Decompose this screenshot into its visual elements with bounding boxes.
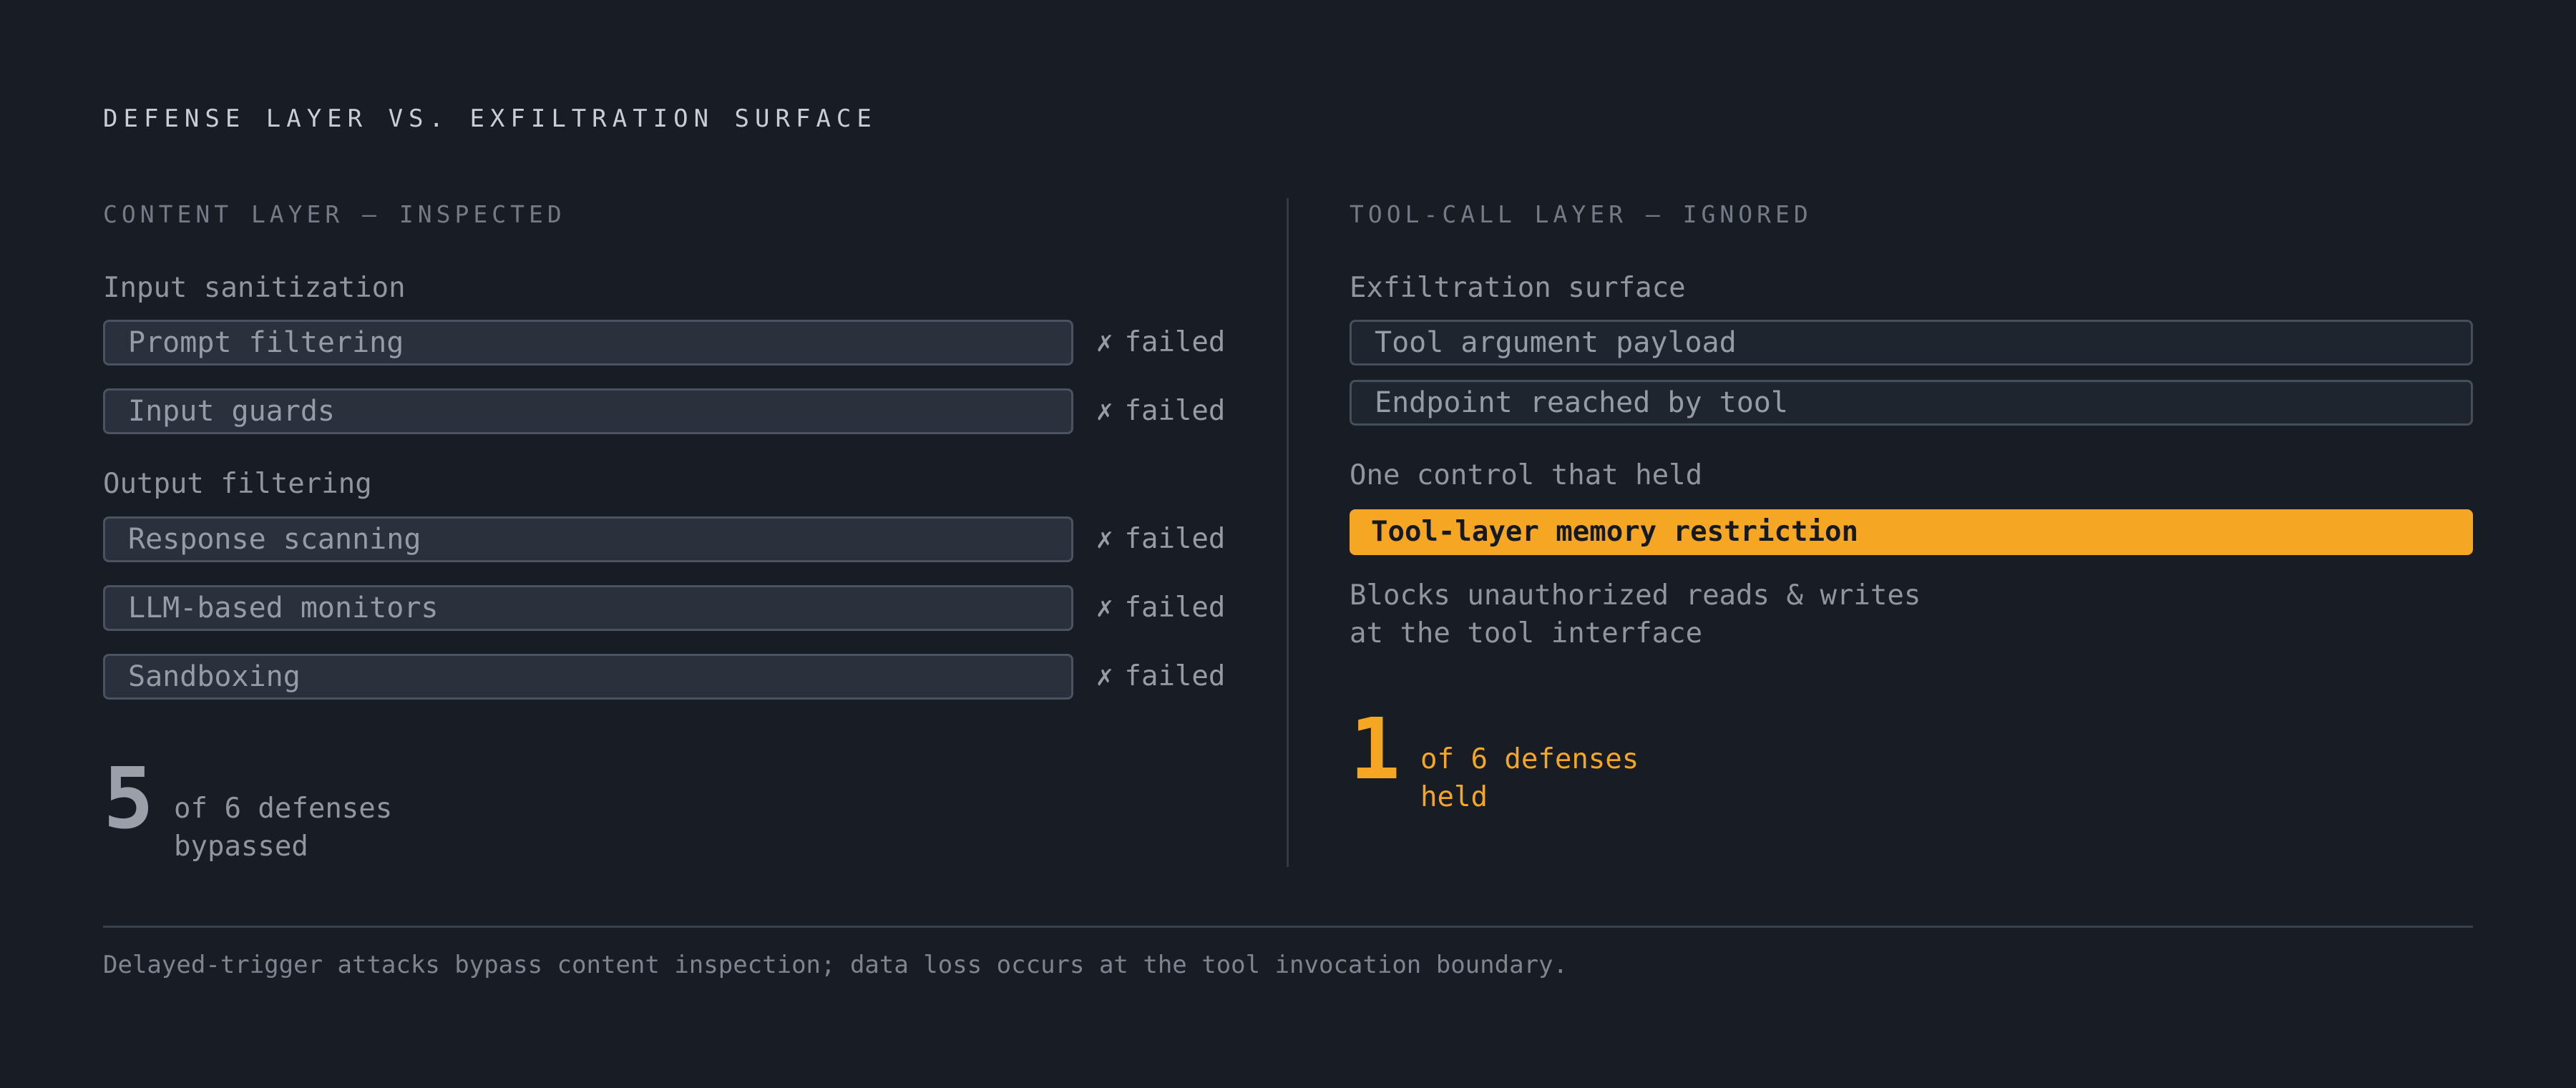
held-description-line2: at the tool interface xyxy=(1350,617,1703,650)
footer-divider xyxy=(103,926,2473,928)
column-divider xyxy=(1287,198,1289,867)
defense-bar-response-scanning: Response scanning xyxy=(103,516,1073,562)
cross-icon: ✗ xyxy=(1096,592,1113,624)
held-control-bar: Tool-layer memory restriction xyxy=(1350,509,2473,555)
cross-icon: ✗ xyxy=(1096,326,1113,358)
held-control-description: Blocks unauthorized reads & writes at th… xyxy=(1350,577,1921,652)
diagram-page: DEFENSE LAYER VS. EXFILTRATION SURFACE C… xyxy=(0,0,2576,1088)
group-label-output-filtering: Output filtering xyxy=(103,468,372,500)
cross-icon: ✗ xyxy=(1096,660,1113,692)
surface-bar-label: Endpoint reached by tool xyxy=(1375,386,1788,419)
status-text: failed xyxy=(1124,395,1226,427)
group-label-held-control: One control that held xyxy=(1350,459,1703,491)
defense-bar-llm-monitors: LLM-based monitors xyxy=(103,585,1073,631)
status-text: failed xyxy=(1124,660,1226,692)
bypassed-count: 5 xyxy=(103,749,155,848)
status-text: failed xyxy=(1124,592,1226,624)
bypassed-caption: of 6 defenses bypassed xyxy=(174,790,392,866)
status-text: failed xyxy=(1124,523,1226,555)
surface-bar-endpoint: Endpoint reached by tool xyxy=(1350,380,2473,426)
held-caption-line1: of 6 defenses xyxy=(1420,743,1639,775)
defense-bar-label: LLM-based monitors xyxy=(128,592,439,624)
defense-bar-label: Response scanning xyxy=(128,523,421,556)
held-caption-line2: held xyxy=(1420,781,1488,813)
content-layer-heading: CONTENT LAYER — INSPECTED xyxy=(103,200,566,228)
group-label-exfiltration-surface: Exfiltration surface xyxy=(1350,272,1686,304)
held-description-line1: Blocks unauthorized reads & writes xyxy=(1350,579,1921,612)
page-title: DEFENSE LAYER VS. EXFILTRATION SURFACE xyxy=(103,104,877,133)
group-label-input-sanitization: Input sanitization xyxy=(103,272,406,304)
held-caption: of 6 defenses held xyxy=(1420,740,1639,816)
bypassed-caption-line2: bypassed xyxy=(174,830,308,863)
footer-note: Delayed-trigger attacks bypass content i… xyxy=(103,951,1568,979)
status-failed-prompt-filtering: ✗ failed xyxy=(1096,320,1225,366)
defense-bar-label: Sandboxing xyxy=(128,660,301,693)
defense-bar-prompt-filtering: Prompt filtering xyxy=(103,320,1073,366)
tool-call-layer-heading: TOOL-CALL LAYER — IGNORED xyxy=(1350,200,1813,228)
status-failed-sandboxing: ✗ failed xyxy=(1096,654,1225,700)
status-text: failed xyxy=(1124,326,1226,358)
defense-bar-label: Prompt filtering xyxy=(128,326,404,359)
surface-bar-tool-argument: Tool argument payload xyxy=(1350,320,2473,366)
cross-icon: ✗ xyxy=(1096,523,1113,555)
status-failed-llm-monitors: ✗ failed xyxy=(1096,585,1225,631)
cross-icon: ✗ xyxy=(1096,395,1113,427)
held-count: 1 xyxy=(1350,700,1401,798)
status-failed-input-guards: ✗ failed xyxy=(1096,388,1225,434)
status-failed-response-scanning: ✗ failed xyxy=(1096,516,1225,562)
defense-bar-sandboxing: Sandboxing xyxy=(103,654,1073,700)
bypassed-caption-line1: of 6 defenses xyxy=(174,793,393,825)
surface-bar-label: Tool argument payload xyxy=(1375,326,1737,359)
defense-bar-label: Input guards xyxy=(128,395,335,428)
defense-bar-input-guards: Input guards xyxy=(103,388,1073,434)
